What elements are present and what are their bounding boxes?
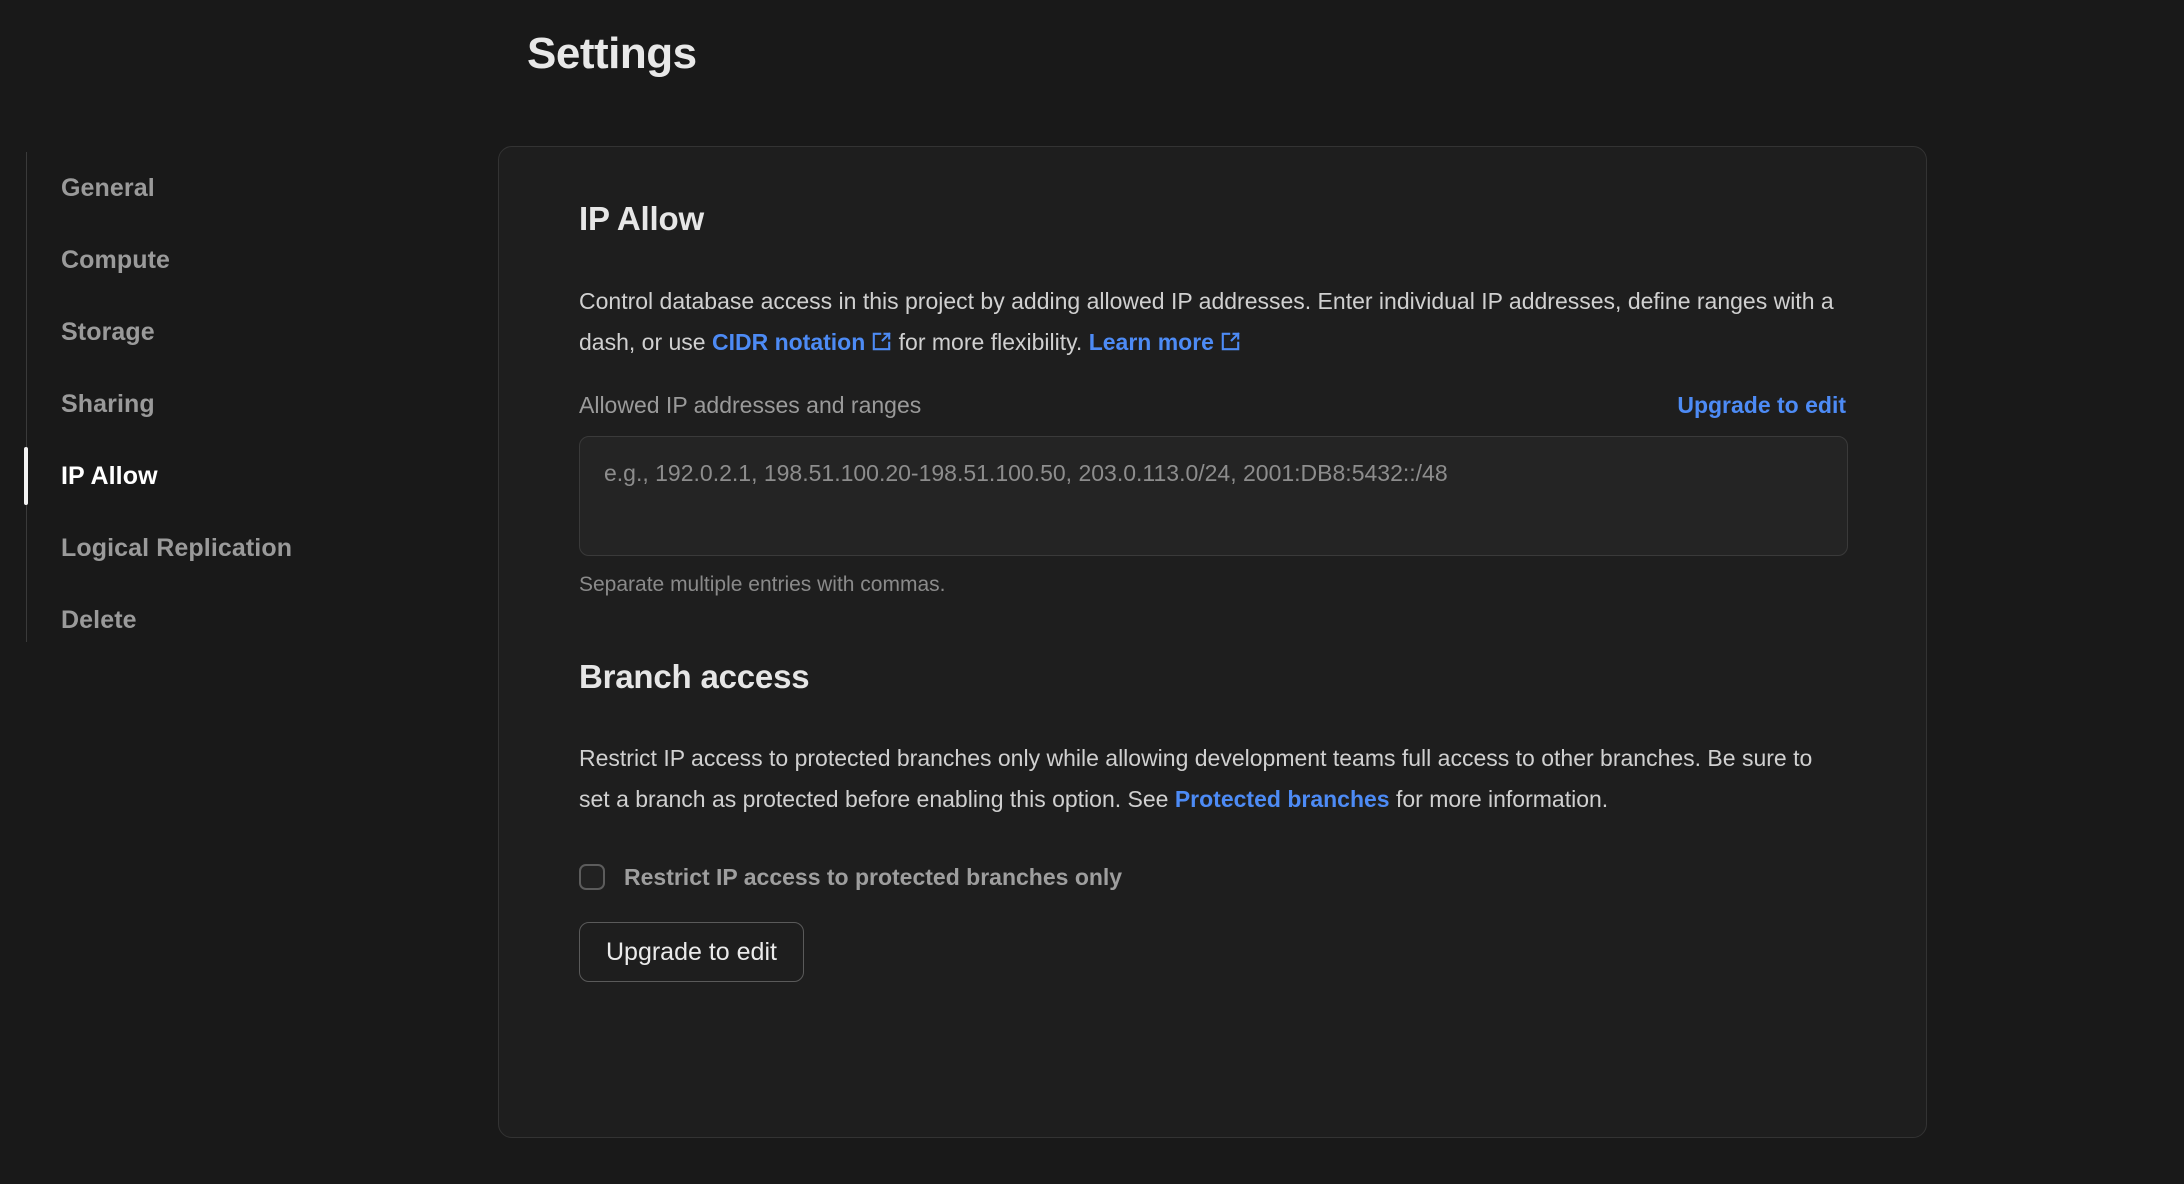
sidebar-item-general[interactable]: General [26, 152, 466, 224]
sidebar-item-logical-replication[interactable]: Logical Replication [26, 512, 466, 584]
external-link-icon [1220, 331, 1241, 352]
cidr-notation-link[interactable]: CIDR notation [712, 329, 892, 355]
sidebar-item-ip-allow[interactable]: IP Allow [24, 440, 466, 512]
restrict-ip-checkbox-row[interactable]: Restrict IP access to protected branches… [579, 863, 1846, 891]
sidebar-item-label: Delete [61, 605, 137, 634]
sidebar-item-storage[interactable]: Storage [26, 296, 466, 368]
ip-field-helper-text: Separate multiple entries with commas. [579, 572, 946, 596]
restrict-ip-checkbox-label: Restrict IP access to protected branches… [624, 863, 1123, 890]
upgrade-to-edit-button[interactable]: Upgrade to edit [579, 922, 804, 983]
external-link-icon [871, 331, 892, 352]
ip-allow-card: IP Allow Control database access in this… [498, 146, 1927, 1138]
settings-sidebar: General Compute Storage Sharing IP Allow [24, 152, 466, 656]
allowed-ip-label: Allowed IP addresses and ranges [579, 391, 922, 418]
sidebar-item-delete[interactable]: Delete [26, 584, 466, 656]
learn-more-link-label: Learn more [1088, 328, 1214, 355]
ip-allow-description: Control database access in this project … [579, 281, 1846, 363]
sidebar-item-sharing[interactable]: Sharing [26, 368, 466, 440]
sidebar-item-label: IP Allow [61, 461, 158, 490]
cidr-notation-link-label: CIDR notation [711, 328, 866, 355]
sidebar-nav-list: General Compute Storage Sharing IP Allow [24, 152, 466, 656]
learn-more-link[interactable]: Learn more [1089, 329, 1241, 355]
ip-allow-description-text-2: for more flexibility. [892, 328, 1089, 355]
protected-branches-link[interactable]: Protected branches [1175, 786, 1390, 812]
ip-allow-heading: IP Allow [579, 200, 704, 237]
active-indicator [24, 447, 28, 505]
sidebar-item-label: Storage [61, 317, 155, 346]
settings-page: Settings General Compute Storage Sharing [0, 0, 2184, 1184]
sidebar-item-compute[interactable]: Compute [26, 224, 466, 296]
card-content: IP Allow Control database access in this… [499, 147, 1926, 983]
branch-access-description-text-2: for more information. [1389, 786, 1609, 813]
ip-field-header: Allowed IP addresses and ranges Upgrade … [579, 391, 1846, 418]
sidebar-item-label: Sharing [61, 389, 155, 418]
sidebar-item-label: Logical Replication [61, 533, 293, 562]
sidebar-item-label: Compute [61, 245, 171, 274]
sidebar-item-label: General [61, 173, 155, 202]
upgrade-to-edit-link[interactable]: Upgrade to edit [1677, 393, 1846, 417]
branch-access-heading: Branch access [579, 657, 810, 695]
branch-access-description: Restrict IP access to protected branches… [579, 738, 1846, 820]
allowed-ip-textarea[interactable] [579, 435, 1848, 556]
restrict-ip-checkbox[interactable] [579, 864, 605, 891]
page-title: Settings [527, 29, 697, 78]
